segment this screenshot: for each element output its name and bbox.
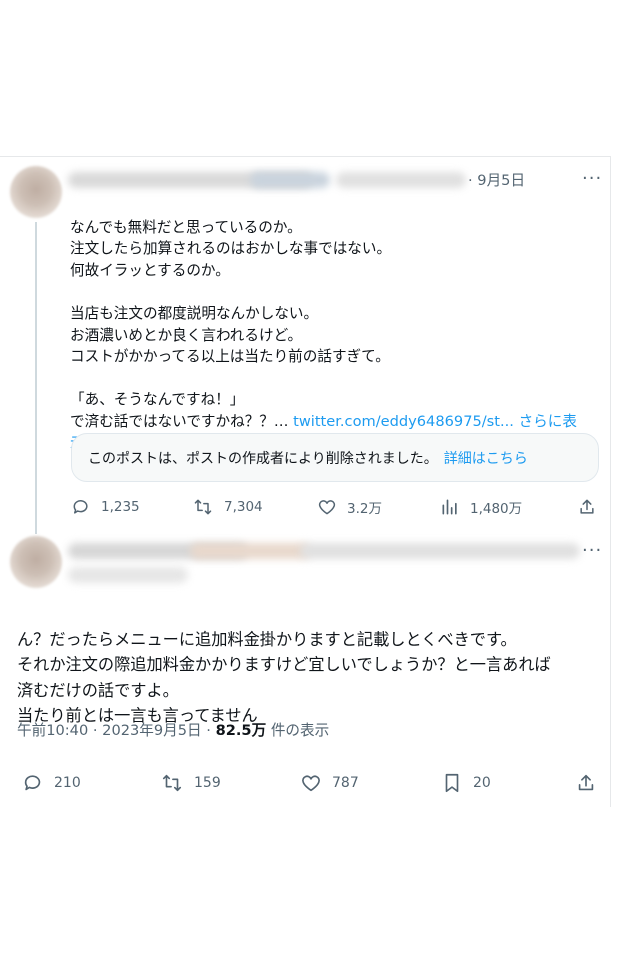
author-handle-blurred xyxy=(68,567,188,583)
views-label: 件の表示 xyxy=(266,722,330,739)
body-line-last: で済む話ではないですかね？？… twitter.com/eddy6486975/… xyxy=(70,411,577,433)
body-last-text: で済む話ではないですかね？？… xyxy=(70,412,294,430)
thread-line xyxy=(35,222,37,534)
like-count: 3.2万 xyxy=(347,501,382,517)
author-meta-blurred xyxy=(300,543,580,559)
views-count-bold: 82.5万 xyxy=(215,722,267,739)
reply-count: 1,235 xyxy=(101,499,140,515)
repost-icon xyxy=(162,774,182,792)
body-line: 何故イラッとするのか。 xyxy=(70,261,230,279)
like-icon xyxy=(302,775,320,792)
bookmark-count: 20 xyxy=(473,775,491,791)
deleted-post-notice: このポストは、ポストの作成者により削除されました。 詳細はこちら xyxy=(71,433,599,482)
details-link[interactable]: 詳細はこちら xyxy=(444,448,528,468)
body-line: ん？だったらメニューに追加料金掛かりますと記載しとくべきです。 xyxy=(17,629,517,649)
body-line xyxy=(70,368,577,390)
body-line: 当店も注文の都度説明なんかしない。 xyxy=(70,304,319,322)
like-count: 787 xyxy=(332,775,359,791)
reply-button[interactable]: 210 xyxy=(22,772,81,794)
reply-icon xyxy=(73,500,88,514)
author-handle-blurred[interactable] xyxy=(250,172,330,188)
body-line xyxy=(70,281,577,303)
tweet-link[interactable]: twitter.com/eddy6486975/st... xyxy=(293,413,514,430)
share-button[interactable] xyxy=(575,772,597,794)
more-icon[interactable]: ··· xyxy=(582,540,602,561)
author-meta-blurred xyxy=(336,172,466,188)
timestamp[interactable]: 午前10:40 · 2023年9月5日 · xyxy=(17,722,216,739)
reply-count: 210 xyxy=(54,775,81,791)
author-meta-blurred xyxy=(190,543,310,559)
avatar[interactable] xyxy=(10,536,62,588)
share-icon xyxy=(578,774,594,791)
like-icon xyxy=(318,500,336,515)
post-date[interactable]: · 9月5日 xyxy=(468,170,525,192)
share-icon xyxy=(580,499,594,514)
bookmark-button[interactable]: 20 xyxy=(441,772,491,794)
views-count: 1,480万 xyxy=(470,501,523,517)
repost-count: 159 xyxy=(194,775,221,791)
share-button[interactable] xyxy=(577,497,597,517)
date-dot: · xyxy=(468,172,478,189)
body-line: 「あ、そうなんですね！」 xyxy=(70,391,245,409)
views-button[interactable]: 1,480万 xyxy=(440,497,522,517)
more-icon[interactable]: ··· xyxy=(582,168,602,189)
views-icon xyxy=(442,499,457,515)
show-more-link[interactable]: さらに表 xyxy=(514,413,577,430)
deleted-notice-text: このポストは、ポストの作成者により削除されました。 xyxy=(88,450,438,467)
avatar[interactable] xyxy=(10,166,62,218)
like-button[interactable]: 787 xyxy=(300,772,359,794)
like-button[interactable]: 3.2万 xyxy=(317,497,382,517)
body-line: 済むだけの話ですよ。 xyxy=(17,680,179,700)
reply-icon xyxy=(24,775,41,791)
body-line: コストがかかってる以上は当たり前の話すぎて。 xyxy=(70,348,390,366)
repost-button[interactable]: 7,304 xyxy=(192,497,263,517)
body-line: それか注文の際追加料金かかりますけど宜しいでしょうか？と一言あれば xyxy=(17,655,551,674)
repost-icon xyxy=(194,499,212,515)
body-line: なんでも無料だと思っているのか。 xyxy=(70,218,302,236)
body-line: 注文したら加算されるのはおかしな事ではない。 xyxy=(70,240,392,258)
bookmark-icon xyxy=(445,773,459,793)
repost-count: 7,304 xyxy=(224,499,263,515)
post-date-text: 9月5日 xyxy=(477,172,526,189)
reply-button[interactable]: 1,235 xyxy=(71,497,140,517)
body-line: お酒濃いめとか良く言われるけど。 xyxy=(70,326,303,344)
repost-button[interactable]: 159 xyxy=(160,772,221,794)
post-meta: 午前10:40 · 2023年9月5日 · 82.5万 件の表示 xyxy=(17,719,329,740)
